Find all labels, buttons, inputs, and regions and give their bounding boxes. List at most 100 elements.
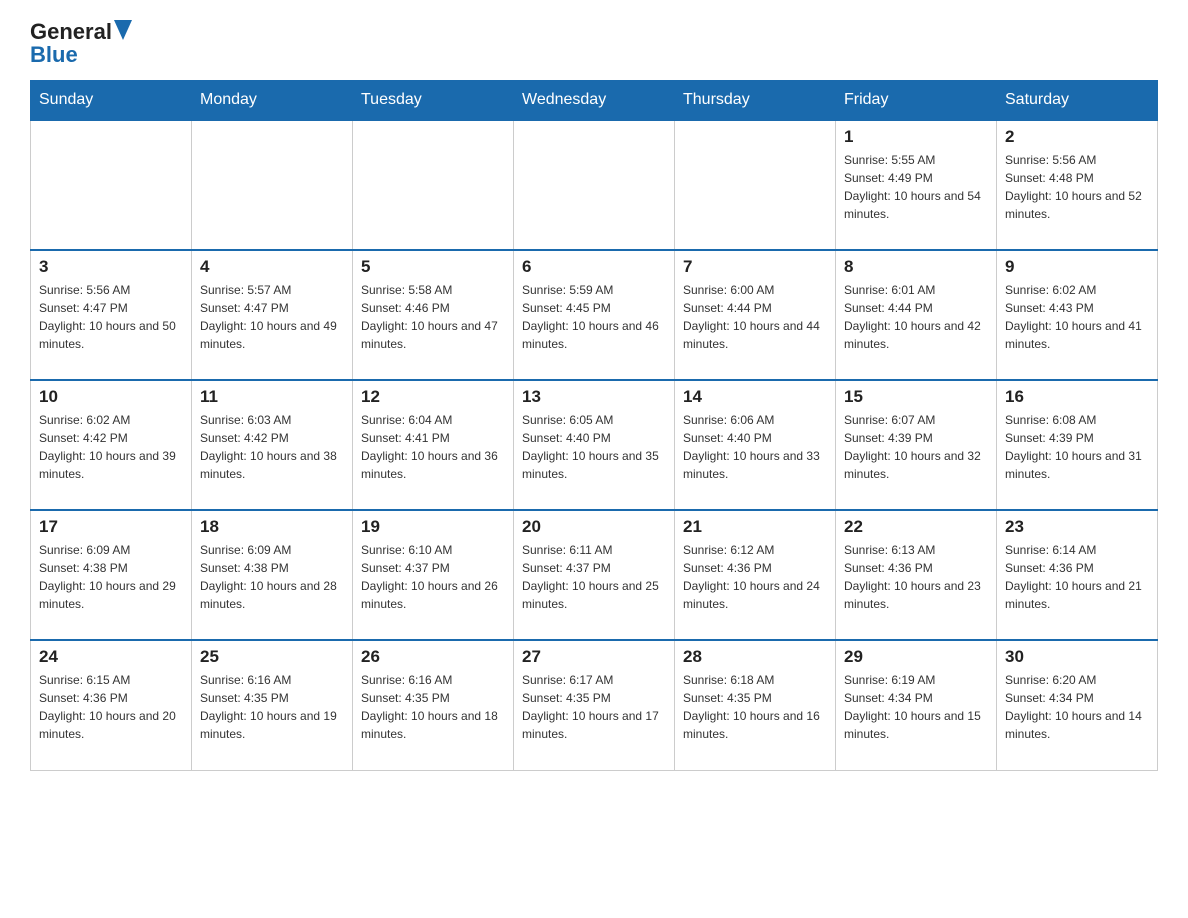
day-info: Sunrise: 6:02 AM Sunset: 4:42 PM Dayligh… (39, 411, 183, 483)
day-number: 29 (844, 647, 988, 667)
day-number: 6 (522, 257, 666, 277)
calendar-cell: 29 Sunrise: 6:19 AM Sunset: 4:34 PM Dayli… (836, 640, 997, 770)
day-info: Sunrise: 6:08 AM Sunset: 4:39 PM Dayligh… (1005, 411, 1149, 483)
day-number: 3 (39, 257, 183, 277)
day-info: Sunrise: 6:16 AM Sunset: 4:35 PM Dayligh… (361, 671, 505, 743)
calendar-cell: 19 Sunrise: 6:10 AM Sunset: 4:37 PM Dayli… (353, 510, 514, 640)
day-info: Sunrise: 6:07 AM Sunset: 4:39 PM Dayligh… (844, 411, 988, 483)
day-info: Sunrise: 5:56 AM Sunset: 4:48 PM Dayligh… (1005, 151, 1149, 223)
calendar-cell: 4 Sunrise: 5:57 AM Sunset: 4:47 PM Daylig… (192, 250, 353, 380)
day-info: Sunrise: 6:09 AM Sunset: 4:38 PM Dayligh… (200, 541, 344, 613)
header-friday: Friday (836, 81, 997, 121)
day-info: Sunrise: 6:19 AM Sunset: 4:34 PM Dayligh… (844, 671, 988, 743)
calendar-cell (192, 120, 353, 250)
calendar-cell: 6 Sunrise: 5:59 AM Sunset: 4:45 PM Daylig… (514, 250, 675, 380)
calendar-cell: 21Sunrise: 6:12 AM Sunset: 4:36 PM Dayli… (675, 510, 836, 640)
day-info: Sunrise: 5:58 AM Sunset: 4:46 PM Dayligh… (361, 281, 505, 353)
calendar-cell: 5 Sunrise: 5:58 AM Sunset: 4:46 PM Daylig… (353, 250, 514, 380)
calendar-cell: 16 Sunrise: 6:08 AM Sunset: 4:39 PM Dayli… (997, 380, 1158, 510)
day-number: 11 (200, 387, 344, 407)
logo-blue: Blue (30, 42, 78, 68)
day-info: Sunrise: 6:15 AM Sunset: 4:36 PM Dayligh… (39, 671, 183, 743)
calendar-cell: 7 Sunrise: 6:00 AM Sunset: 4:44 PM Daylig… (675, 250, 836, 380)
header-wednesday: Wednesday (514, 81, 675, 121)
day-info: Sunrise: 6:00 AM Sunset: 4:44 PM Dayligh… (683, 281, 827, 353)
day-number: 24 (39, 647, 183, 667)
calendar-week-2: 3 Sunrise: 5:56 AM Sunset: 4:47 PM Daylig… (31, 250, 1158, 380)
day-number: 2 (1005, 127, 1149, 147)
day-info: Sunrise: 6:16 AM Sunset: 4:35 PM Dayligh… (200, 671, 344, 743)
day-number: 10 (39, 387, 183, 407)
day-info: Sunrise: 6:10 AM Sunset: 4:37 PM Dayligh… (361, 541, 505, 613)
calendar-cell: 2 Sunrise: 5:56 AM Sunset: 4:48 PM Daylig… (997, 120, 1158, 250)
calendar-header-row: SundayMondayTuesdayWednesdayThursdayFrid… (31, 81, 1158, 121)
day-number: 23 (1005, 517, 1149, 537)
calendar-cell: 12Sunrise: 6:04 AM Sunset: 4:41 PM Dayli… (353, 380, 514, 510)
calendar-cell (353, 120, 514, 250)
day-info: Sunrise: 6:12 AM Sunset: 4:36 PM Dayligh… (683, 541, 827, 613)
calendar-cell: 10 Sunrise: 6:02 AM Sunset: 4:42 PM Dayli… (31, 380, 192, 510)
calendar-cell (31, 120, 192, 250)
day-info: Sunrise: 6:04 AM Sunset: 4:41 PM Dayligh… (361, 411, 505, 483)
day-info: Sunrise: 6:18 AM Sunset: 4:35 PM Dayligh… (683, 671, 827, 743)
header-monday: Monday (192, 81, 353, 121)
day-info: Sunrise: 5:59 AM Sunset: 4:45 PM Dayligh… (522, 281, 666, 353)
calendar-cell: 8 Sunrise: 6:01 AM Sunset: 4:44 PM Daylig… (836, 250, 997, 380)
calendar-week-4: 17 Sunrise: 6:09 AM Sunset: 4:38 PM Dayli… (31, 510, 1158, 640)
calendar-cell: 18Sunrise: 6:09 AM Sunset: 4:38 PM Dayli… (192, 510, 353, 640)
day-number: 22 (844, 517, 988, 537)
day-info: Sunrise: 5:55 AM Sunset: 4:49 PM Dayligh… (844, 151, 988, 223)
calendar-cell (675, 120, 836, 250)
day-number: 30 (1005, 647, 1149, 667)
day-info: Sunrise: 6:02 AM Sunset: 4:43 PM Dayligh… (1005, 281, 1149, 353)
header-tuesday: Tuesday (353, 81, 514, 121)
calendar-week-1: 1 Sunrise: 5:55 AM Sunset: 4:49 PM Daylig… (31, 120, 1158, 250)
calendar-cell: 13 Sunrise: 6:05 AM Sunset: 4:40 PM Dayli… (514, 380, 675, 510)
calendar-week-5: 24 Sunrise: 6:15 AM Sunset: 4:36 PM Dayli… (31, 640, 1158, 770)
day-info: Sunrise: 6:14 AM Sunset: 4:36 PM Dayligh… (1005, 541, 1149, 613)
day-number: 8 (844, 257, 988, 277)
day-info: Sunrise: 6:17 AM Sunset: 4:35 PM Dayligh… (522, 671, 666, 743)
calendar-cell: 9Sunrise: 6:02 AM Sunset: 4:43 PM Daylig… (997, 250, 1158, 380)
day-number: 17 (39, 517, 183, 537)
day-info: Sunrise: 6:05 AM Sunset: 4:40 PM Dayligh… (522, 411, 666, 483)
day-info: Sunrise: 6:11 AM Sunset: 4:37 PM Dayligh… (522, 541, 666, 613)
calendar-cell: 24 Sunrise: 6:15 AM Sunset: 4:36 PM Dayli… (31, 640, 192, 770)
day-number: 26 (361, 647, 505, 667)
day-number: 1 (844, 127, 988, 147)
header-sunday: Sunday (31, 81, 192, 121)
calendar-cell: 20 Sunrise: 6:11 AM Sunset: 4:37 PM Dayli… (514, 510, 675, 640)
day-number: 25 (200, 647, 344, 667)
day-number: 7 (683, 257, 827, 277)
day-info: Sunrise: 6:09 AM Sunset: 4:38 PM Dayligh… (39, 541, 183, 613)
logo-arrow-icon (114, 20, 132, 40)
day-info: Sunrise: 6:01 AM Sunset: 4:44 PM Dayligh… (844, 281, 988, 353)
day-number: 15 (844, 387, 988, 407)
calendar-cell: 14Sunrise: 6:06 AM Sunset: 4:40 PM Dayli… (675, 380, 836, 510)
day-number: 19 (361, 517, 505, 537)
calendar-cell: 30Sunrise: 6:20 AM Sunset: 4:34 PM Dayli… (997, 640, 1158, 770)
day-number: 5 (361, 257, 505, 277)
calendar-cell (514, 120, 675, 250)
header-saturday: Saturday (997, 81, 1158, 121)
calendar-cell: 15 Sunrise: 6:07 AM Sunset: 4:39 PM Dayli… (836, 380, 997, 510)
calendar-cell: 11Sunrise: 6:03 AM Sunset: 4:42 PM Dayli… (192, 380, 353, 510)
day-info: Sunrise: 5:56 AM Sunset: 4:47 PM Dayligh… (39, 281, 183, 353)
day-number: 16 (1005, 387, 1149, 407)
calendar-cell: 26 Sunrise: 6:16 AM Sunset: 4:35 PM Dayli… (353, 640, 514, 770)
logo: General Blue (30, 20, 132, 68)
calendar-cell: 3 Sunrise: 5:56 AM Sunset: 4:47 PM Daylig… (31, 250, 192, 380)
calendar-cell: 28Sunrise: 6:18 AM Sunset: 4:35 PM Dayli… (675, 640, 836, 770)
header-thursday: Thursday (675, 81, 836, 121)
calendar-table: SundayMondayTuesdayWednesdayThursdayFrid… (30, 80, 1158, 771)
calendar-cell: 17 Sunrise: 6:09 AM Sunset: 4:38 PM Dayli… (31, 510, 192, 640)
calendar-cell: 25 Sunrise: 6:16 AM Sunset: 4:35 PM Dayli… (192, 640, 353, 770)
day-number: 27 (522, 647, 666, 667)
day-number: 4 (200, 257, 344, 277)
calendar-cell: 1 Sunrise: 5:55 AM Sunset: 4:49 PM Daylig… (836, 120, 997, 250)
day-info: Sunrise: 5:57 AM Sunset: 4:47 PM Dayligh… (200, 281, 344, 353)
day-info: Sunrise: 6:06 AM Sunset: 4:40 PM Dayligh… (683, 411, 827, 483)
day-number: 20 (522, 517, 666, 537)
day-info: Sunrise: 6:13 AM Sunset: 4:36 PM Dayligh… (844, 541, 988, 613)
day-number: 13 (522, 387, 666, 407)
